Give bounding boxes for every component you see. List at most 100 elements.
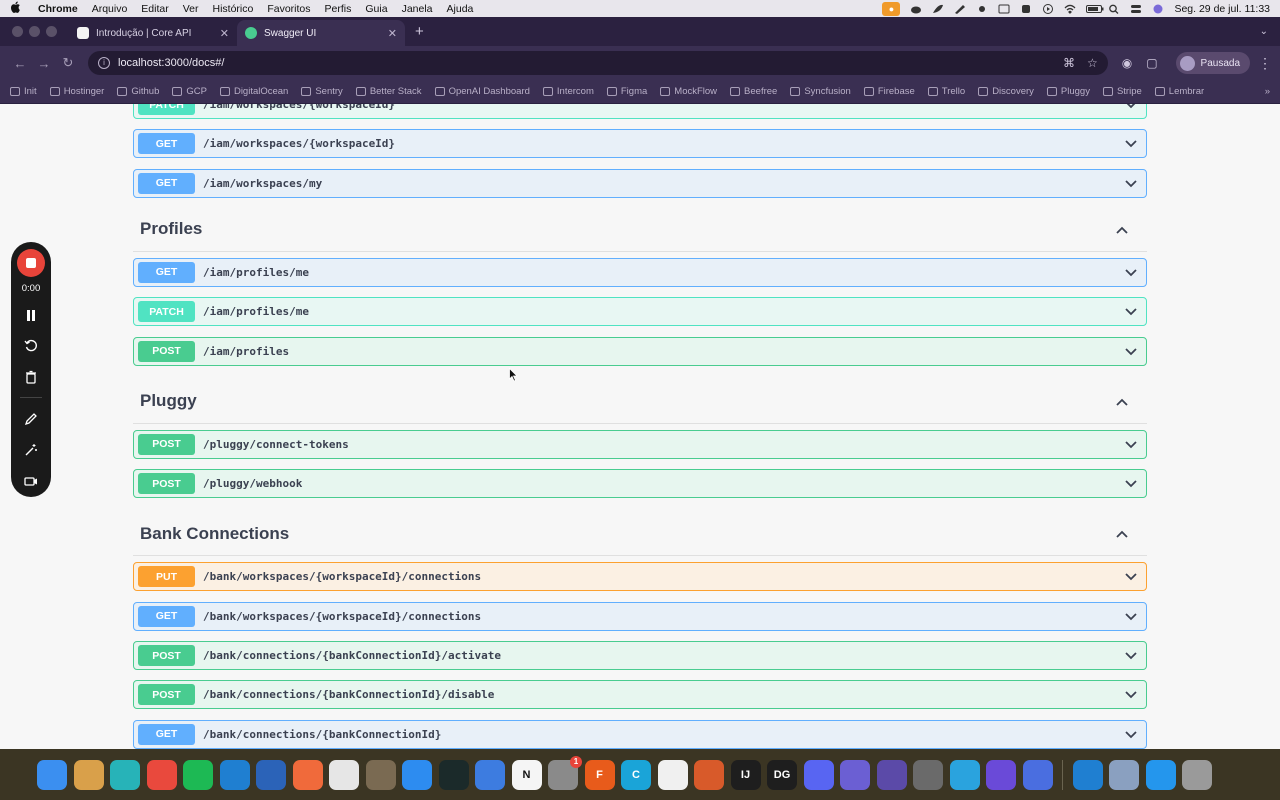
tag-section-pluggy[interactable]: Pluggy <box>133 380 1147 424</box>
operation-get[interactable]: GET/bank/connections/{bankConnectionId} <box>133 719 1147 749</box>
dock-datagrip-icon[interactable]: DG <box>767 759 797 790</box>
expand-chevron-icon[interactable] <box>1124 687 1138 701</box>
bookmark-github[interactable]: Github <box>117 86 159 97</box>
bookmark-firebase[interactable]: Firebase <box>863 86 915 97</box>
bookmark-digitalocean[interactable]: DigitalOcean <box>219 86 288 97</box>
expand-chevron-icon[interactable] <box>1124 304 1138 318</box>
collapse-chevron-icon[interactable] <box>1115 527 1129 541</box>
tag-section-bank-connections[interactable]: Bank Connections <box>133 512 1147 557</box>
close-window-button[interactable] <box>12 26 23 37</box>
dock-word-icon[interactable] <box>256 759 286 790</box>
menu-editar[interactable]: Editar <box>141 3 168 15</box>
operation-get[interactable]: GET/bank/workspaces/{workspaceId}/connec… <box>133 601 1147 631</box>
operation-get[interactable]: GET/iam/workspaces/{workspaceId} <box>133 129 1147 159</box>
expand-chevron-icon[interactable] <box>1124 727 1138 741</box>
expand-chevron-icon[interactable] <box>1124 344 1138 358</box>
operation-post[interactable]: POST/bank/connections/{bankConnectionId}… <box>133 641 1147 670</box>
menu-guia[interactable]: Guia <box>365 3 387 15</box>
pause-icon[interactable] <box>21 305 41 325</box>
dock-rewind-icon[interactable] <box>986 759 1016 790</box>
menu-perfis[interactable]: Perfis <box>325 3 352 15</box>
site-info-icon[interactable]: i <box>98 57 110 69</box>
dock-vs-code-icon[interactable] <box>1072 759 1103 790</box>
minimize-window-button[interactable] <box>29 26 40 37</box>
dock-grid-icon[interactable] <box>1022 759 1053 790</box>
control-center-icon[interactable] <box>1130 4 1142 14</box>
expand-chevron-icon[interactable] <box>1124 104 1138 111</box>
bookmark-pluggy[interactable]: Pluggy <box>1046 86 1090 97</box>
expand-chevron-icon[interactable] <box>1124 176 1138 190</box>
tab-core-api[interactable]: Introdução | Core API ✕ <box>69 20 237 46</box>
vpn-icon[interactable] <box>1020 4 1032 14</box>
dock-files-icon[interactable] <box>110 759 140 790</box>
dock-preview-icon[interactable] <box>1109 759 1139 790</box>
dock-gimp-icon[interactable] <box>365 759 396 790</box>
bookmark-gcp[interactable]: GCP <box>172 86 207 97</box>
dock-discord-icon[interactable] <box>803 759 834 790</box>
bookmark-intercom[interactable]: Intercom <box>542 86 594 97</box>
extensions-puzzle-icon[interactable]: ▢ <box>1146 56 1157 70</box>
menubar-clock[interactable]: Seg. 29 de jul. 11:33 <box>1174 3 1270 15</box>
translate-icon[interactable]: ⌘ <box>1063 56 1075 70</box>
bookmark-stripe[interactable]: Stripe <box>1102 86 1142 97</box>
trash-icon[interactable] <box>21 367 41 387</box>
expand-chevron-icon[interactable] <box>1124 609 1138 623</box>
play-icon[interactable] <box>1042 3 1054 14</box>
stop-recording-button[interactable] <box>17 249 45 277</box>
operation-get[interactable]: GET/iam/profiles/me <box>133 257 1147 287</box>
operation-post[interactable]: POST/bank/connections/{bankConnectionId}… <box>133 680 1147 710</box>
dock-firebase-icon[interactable]: F <box>584 759 615 790</box>
dock-settings-icon[interactable]: 1 <box>548 755 582 790</box>
microphone-icon[interactable]: ● <box>882 1 901 16</box>
dock-app-store-icon[interactable] <box>402 759 432 790</box>
dock-slack-icon[interactable] <box>329 759 359 790</box>
dock-xcode-icon[interactable] <box>475 759 505 790</box>
forward-button[interactable]: → <box>32 56 56 71</box>
search-icon[interactable] <box>1108 4 1120 14</box>
dock-telegram-icon[interactable] <box>949 759 980 790</box>
expand-chevron-icon[interactable] <box>1124 437 1138 451</box>
reload-button[interactable]: ↻ <box>56 55 80 71</box>
menu-favoritos[interactable]: Favoritos <box>267 3 310 15</box>
operation-patch[interactable]: PATCH/iam/workspaces/{workspaceId} <box>133 104 1147 119</box>
menu-ajuda[interactable]: Ajuda <box>447 3 474 15</box>
dock-intellij-icon[interactable]: IJ <box>730 759 761 790</box>
pencil-icon[interactable] <box>21 409 41 429</box>
menu-historico[interactable]: Histórico <box>213 3 254 15</box>
close-tab-icon[interactable]: ✕ <box>220 27 229 40</box>
bookmark-hostinger[interactable]: Hostinger <box>49 86 104 97</box>
dock-c-icon[interactable]: C <box>621 759 651 790</box>
dock-pen-icon[interactable] <box>292 759 323 790</box>
bookmark-beefree[interactable]: Beefree <box>730 86 777 97</box>
bookmark-mockflow[interactable]: MockFlow <box>660 86 717 97</box>
extension-icon[interactable]: ◉ <box>1122 56 1132 70</box>
browser-menu-icon[interactable]: ⋮ <box>1258 55 1272 72</box>
expand-chevron-icon[interactable] <box>1124 569 1138 583</box>
expand-chevron-icon[interactable] <box>1124 136 1138 150</box>
operation-get[interactable]: GET/iam/workspaces/my <box>133 168 1147 198</box>
zoom-window-button[interactable] <box>46 26 57 37</box>
menu-arquivo[interactable]: Arquivo <box>92 3 128 15</box>
camera-icon[interactable] <box>21 471 41 491</box>
dock-settings2-icon[interactable] <box>840 759 870 790</box>
bookmark-openai-dashboard[interactable]: OpenAI Dashboard <box>434 86 530 97</box>
menu-ver[interactable]: Ver <box>183 3 199 15</box>
bookmark-init[interactable]: Init <box>10 86 37 97</box>
bookmark-figma[interactable]: Figma <box>606 86 647 97</box>
apple-icon[interactable] <box>10 1 24 16</box>
close-tab-icon[interactable]: ✕ <box>388 27 397 40</box>
dock-mongodb-icon[interactable] <box>657 759 688 790</box>
dock-activity-icon[interactable] <box>438 759 469 790</box>
screen-icon[interactable] <box>998 4 1010 14</box>
magic-wand-icon[interactable] <box>21 440 41 460</box>
dock-docker-icon[interactable] <box>1145 759 1176 790</box>
dock-notion-icon[interactable]: N <box>511 759 542 790</box>
bookmark-better-stack[interactable]: Better Stack <box>355 86 422 97</box>
new-tab-button[interactable]: + <box>405 23 434 46</box>
operation-post[interactable]: POST/iam/profiles <box>133 336 1147 366</box>
pen-icon[interactable] <box>954 4 966 14</box>
dock-vs-code-icon[interactable] <box>219 759 250 790</box>
operation-patch[interactable]: PATCH/iam/profiles/me <box>133 297 1147 327</box>
siri-icon[interactable] <box>1152 4 1164 14</box>
dock-launchpad-icon[interactable] <box>73 759 104 790</box>
